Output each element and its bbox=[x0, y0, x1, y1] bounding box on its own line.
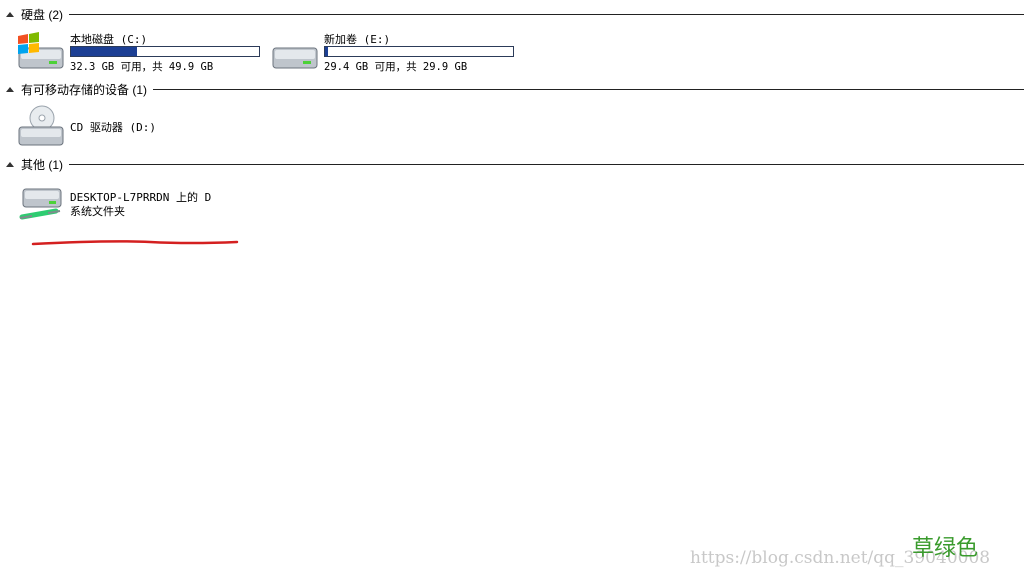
drive-name: CD 驱动器 (D:) bbox=[70, 121, 156, 134]
usage-bar bbox=[324, 46, 514, 57]
group-header-removable[interactable]: 有可移动存储的设备 (1) bbox=[6, 82, 1024, 97]
drive-c[interactable]: 本地磁盘 (C:) 32.3 GB 可用，共 49.9 GB bbox=[16, 30, 266, 74]
usage-bar-fill bbox=[325, 47, 329, 56]
drive-name: 新加卷 (E:) bbox=[324, 33, 391, 46]
free-space-text: 32.3 GB 可用，共 49.9 GB bbox=[70, 61, 214, 73]
network-drive-d[interactable]: DESKTOP-L7PRRDN 上的 D 系统文件夹 bbox=[16, 183, 236, 229]
drive-name: 本地磁盘 (C:) bbox=[70, 33, 148, 46]
group-divider bbox=[69, 14, 1024, 15]
cd-drive-icon bbox=[18, 105, 64, 146]
drive-e[interactable]: 新加卷 (E:) 29.4 GB 可用，共 29.9 GB bbox=[270, 30, 520, 74]
free-space-text: 29.4 GB 可用，共 29.9 GB bbox=[324, 61, 468, 73]
usage-bar bbox=[70, 46, 260, 57]
red-annotation-underline bbox=[31, 240, 239, 246]
hard-drive-icon bbox=[272, 47, 318, 69]
drive-subtitle: 系统文件夹 bbox=[70, 205, 125, 218]
collapse-triangle-icon[interactable] bbox=[6, 11, 14, 17]
cd-drive-d[interactable]: CD 驱动器 (D:) bbox=[16, 105, 196, 151]
collapse-triangle-icon[interactable] bbox=[6, 86, 14, 92]
collapse-triangle-icon[interactable] bbox=[6, 161, 14, 167]
group-title: 硬盘 (2) bbox=[21, 7, 64, 22]
group-title: 有可移动存储的设备 (1) bbox=[21, 82, 148, 97]
windows-drive-icon bbox=[18, 32, 64, 69]
group-divider bbox=[69, 164, 1024, 165]
watermark-text: 草绿色 bbox=[912, 536, 979, 561]
group-divider bbox=[153, 89, 1024, 90]
usage-bar-fill bbox=[71, 47, 138, 56]
group-header-other[interactable]: 其他 (1) bbox=[6, 157, 1024, 172]
group-title: 其他 (1) bbox=[21, 157, 64, 172]
network-drive-icon bbox=[19, 188, 62, 220]
group-header-hard-disks[interactable]: 硬盘 (2) bbox=[6, 7, 1024, 22]
